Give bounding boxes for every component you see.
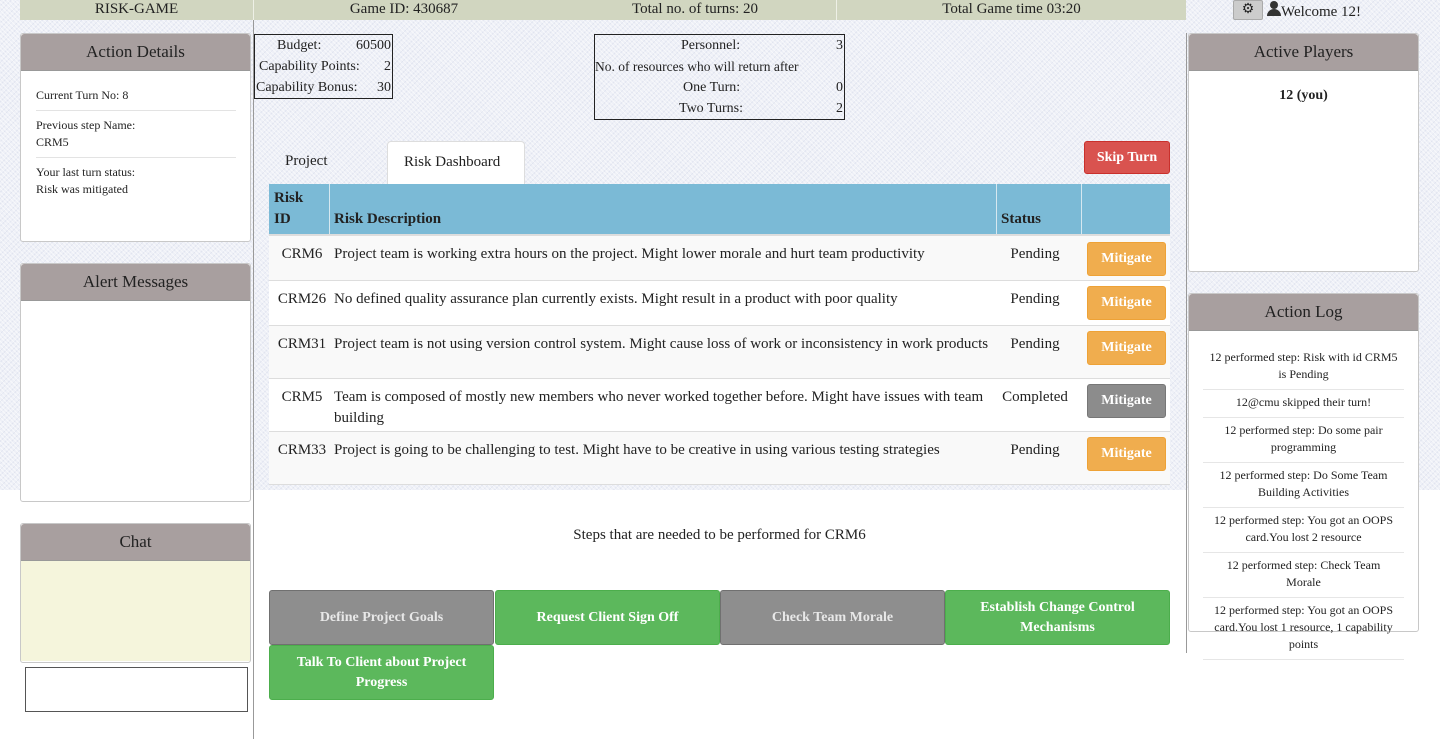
game-id: Game ID: 430687 — [349, 1, 459, 17]
current-turn: Current Turn No: 8 — [36, 81, 236, 111]
risk-description: Project team is not using version contro… — [334, 336, 989, 352]
tab-project-steps[interactable]: Project Steps — [269, 141, 344, 209]
mitigate-button[interactable]: Mitigate — [1087, 437, 1166, 471]
chat-panel: Chat — [20, 523, 251, 663]
capability-points-label: Capability Points: — [259, 59, 360, 74]
panel-title: Action Details — [21, 34, 250, 71]
top-bar: RISK-GAME Game ID: 430687 Total no. of t… — [20, 0, 1186, 20]
table-row: CRM6 Project team is working extra hours… — [269, 236, 1170, 281]
panel-title: Alert Messages — [21, 264, 250, 301]
chat-input[interactable] — [25, 667, 248, 712]
one-turn-value: 0 — [836, 80, 843, 95]
panel-title: Action Log — [1189, 294, 1418, 331]
user-icon — [1267, 1, 1281, 17]
resources-return-label: No. of resources who will return after — [595, 59, 799, 74]
log-entry: 12 performed step: Do some pair programm… — [1203, 418, 1404, 463]
mitigate-button[interactable]: Mitigate — [1087, 242, 1166, 276]
action-details-panel: Action Details Current Turn No: 8 Previo… — [20, 33, 251, 242]
divider — [253, 20, 254, 739]
log-entry: 12 performed step: You got an OOPS card.… — [1203, 508, 1404, 553]
action-log-panel: Action Log 12 performed step: Risk with … — [1188, 293, 1419, 660]
step-talk-to-client-button[interactable]: Talk To Client about Project Progress — [269, 645, 494, 700]
table-row: CRM26 No defined quality assurance plan … — [269, 281, 1170, 326]
risk-status: Completed — [1002, 389, 1068, 405]
budget-box: Budget: 60500 Capability Points: 2 Capabil… — [254, 34, 393, 99]
personnel-value: 3 — [836, 38, 843, 53]
capability-bonus-label: Capability Bonus: — [256, 80, 358, 95]
risk-id: CRM5 — [281, 389, 323, 405]
last-turn-status: Your last turn status: Risk was mitigate… — [36, 158, 236, 204]
divider — [996, 184, 997, 234]
mitigate-button[interactable]: Mitigate — [1087, 331, 1166, 365]
table-row: CRM31 Project team is not using version … — [269, 326, 1170, 379]
risk-description: Project team is working extra hours on t… — [334, 246, 925, 262]
mitigate-button-disabled[interactable]: Mitigate — [1087, 384, 1166, 418]
welcome-link[interactable]: Welcome 12! — [1267, 1, 1361, 22]
action-log-list: 12 performed step: Risk with id CRM5 is … — [1189, 331, 1418, 660]
panel-title: Active Players — [1189, 34, 1418, 71]
welcome-text: Welcome 12! — [1281, 4, 1362, 20]
divider — [1186, 33, 1187, 653]
risk-description: No defined quality assurance plan curren… — [334, 291, 898, 307]
previous-step-value: CRM5 — [36, 135, 69, 149]
skip-turn-button[interactable]: Skip Turn — [1084, 141, 1170, 174]
budget-label: Budget: — [277, 38, 322, 53]
steps-heading: Steps that are needed to be performed fo… — [573, 527, 866, 543]
chat-messages — [21, 561, 250, 661]
log-entry: 12 performed step: Check Team Morale — [1203, 553, 1404, 598]
log-entry: 12 performed step: You got an OOPS card.… — [1203, 598, 1404, 660]
header-risk-id: Risk ID — [274, 190, 304, 227]
risk-id: CRM31 — [277, 336, 327, 352]
divider — [329, 184, 330, 234]
budget-value: 60500 — [356, 38, 391, 53]
previous-step-label: Previous step Name: — [36, 118, 136, 132]
log-entry: 12 performed step: Do Some Team Building… — [1203, 463, 1404, 508]
previous-step: Previous step Name: CRM5 — [36, 111, 236, 158]
table-row: CRM5 Team is composed of mostly new memb… — [269, 379, 1170, 432]
risk-status: Pending — [1010, 442, 1060, 458]
settings-button[interactable]: ⚙ — [1233, 0, 1263, 20]
step-check-team-morale-button[interactable]: Check Team Morale — [720, 590, 945, 645]
total-turns: Total no. of turns: 20 — [631, 1, 759, 17]
step-request-client-sign-off-button[interactable]: Request Client Sign Off — [495, 590, 720, 645]
risk-description: Team is composed of mostly new members w… — [334, 389, 984, 426]
step-establish-change-control-button[interactable]: Establish Change Control Mechanisms — [945, 590, 1170, 645]
capability-points-value: 2 — [384, 59, 391, 74]
risk-status: Pending — [1010, 336, 1060, 352]
risk-description: Project is going to be challenging to te… — [334, 442, 940, 458]
log-entry: 12@cmu skipped their turn! — [1203, 390, 1404, 418]
risk-id: CRM33 — [277, 442, 327, 458]
panel-title: Chat — [21, 524, 250, 561]
two-turns-value: 2 — [836, 101, 843, 116]
player-entry: 12 (you) — [1279, 88, 1328, 103]
log-entry: 12 performed step: Risk with id CRM5 is … — [1203, 345, 1404, 390]
alert-messages-panel: Alert Messages — [20, 263, 251, 502]
active-players-panel: Active Players 12 (you) — [1188, 33, 1419, 272]
table-header: Risk ID Risk Description Status — [269, 184, 1170, 236]
capability-bonus-value: 30 — [377, 80, 391, 95]
risk-status: Pending — [1010, 291, 1060, 307]
one-turn-label: One Turn: — [683, 80, 741, 95]
personnel-box: Personnel: 3 No. of resources who will re… — [594, 34, 845, 120]
divider — [1081, 184, 1082, 234]
risk-status: Pending — [1010, 246, 1060, 262]
last-turn-status-label: Your last turn status: — [36, 165, 136, 179]
risk-table: Risk ID Risk Description Status CRM6 Pro… — [269, 184, 1170, 485]
risk-id: CRM26 — [277, 291, 327, 307]
gear-icon: ⚙ — [1241, 2, 1255, 17]
table-row: CRM33 Project is going to be challenging… — [269, 432, 1170, 485]
mitigate-button[interactable]: Mitigate — [1087, 286, 1166, 320]
risk-id: CRM6 — [281, 246, 323, 262]
tab-risk-dashboard[interactable]: Risk Dashboard — [387, 141, 525, 184]
total-game-time: Total Game time 03:20 — [942, 1, 1081, 17]
app-name: RISK-GAME — [94, 1, 179, 17]
step-define-project-goals-button[interactable]: Define Project Goals — [269, 590, 494, 645]
last-turn-status-value: Risk was mitigated — [36, 182, 128, 196]
personnel-label: Personnel: — [681, 38, 741, 53]
two-turns-label: Two Turns: — [679, 101, 743, 116]
